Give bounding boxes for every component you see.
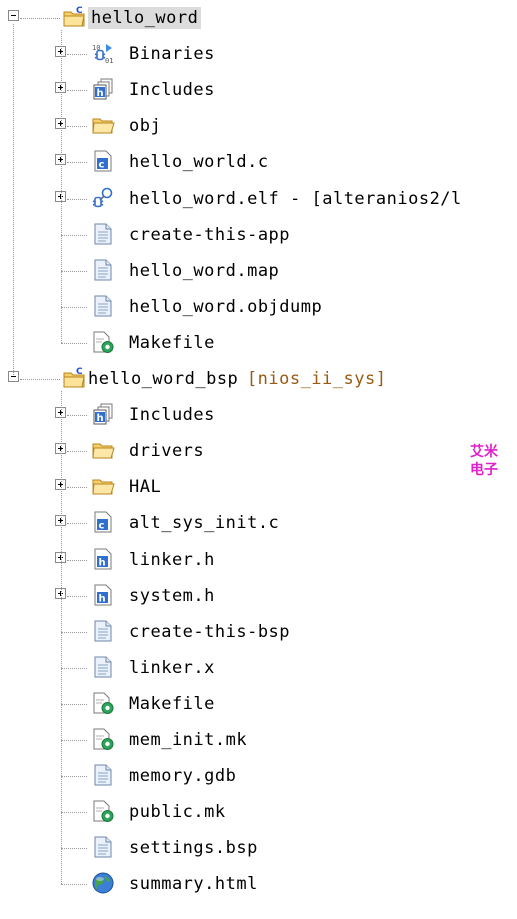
text-file-icon: [91, 619, 115, 643]
html-globe-icon: [91, 871, 115, 895]
includes-icon: h: [91, 402, 115, 426]
svg-text:h: h: [97, 88, 104, 99]
project-configuration-suffix: [nios_ii_sys]: [246, 369, 387, 389]
tree-connector: [67, 451, 87, 453]
elf-binary-icon: [91, 186, 115, 210]
tree-item-label: hello_word.objdump: [129, 296, 323, 317]
tree-connector: [67, 415, 87, 417]
tree-item-label: Includes: [129, 80, 215, 101]
tree-connector: [20, 379, 60, 380]
svg-text:C: C: [76, 6, 83, 16]
tree-item-label: public.mk: [129, 802, 226, 823]
tree-connector: [67, 523, 87, 525]
includes-icon: h: [91, 77, 115, 101]
tree-guide-line: [61, 30, 62, 343]
tree-item-label: linker.x: [129, 657, 215, 678]
tree-connector: [61, 631, 87, 633]
tree-item-label: HAL: [129, 477, 162, 498]
makefile-icon: [91, 691, 115, 715]
tree-item-label: create-this-bsp: [129, 621, 291, 642]
tree-item-label: mem_init.mk: [129, 730, 248, 750]
svg-text:h: h: [97, 413, 104, 424]
text-file-icon: [91, 835, 115, 859]
c-source-file-icon: c: [91, 149, 115, 173]
watermark-line-1: 艾米: [470, 444, 498, 460]
tree-connector: [61, 776, 87, 778]
project-node[interactable]: Chello_word_bsp [nios_ii_sys]: [0, 361, 517, 397]
project-folder-icon: C: [62, 366, 86, 390]
tree-connector: [20, 18, 60, 19]
tree-item-label: drivers: [129, 441, 205, 462]
tree-connector: [61, 848, 87, 850]
tree-connector: [61, 667, 87, 669]
svg-text:01: 01: [105, 57, 113, 65]
tree-item-label: obj: [129, 116, 162, 137]
project-explorer-tree: Chello_word 10 01 Binaries h Includes obj c hell…: [0, 0, 517, 919]
header-file-icon: h: [91, 547, 115, 571]
tree-item-label: hello_word.map: [129, 260, 280, 281]
folder-icon: [91, 113, 115, 137]
tree-item-label: hello_world.c: [129, 152, 269, 173]
tree-connector: [61, 342, 87, 344]
text-file-icon: [91, 763, 115, 787]
tree-item-label: alt_sys_init.c: [129, 513, 280, 534]
tree-connector: [61, 884, 87, 886]
svg-text:C: C: [76, 367, 83, 377]
tree-connector: [67, 487, 87, 489]
tree-item-label: Makefile: [129, 332, 215, 353]
tree-connector: [67, 162, 87, 164]
tree-item-label: hello_word.elf - [alteranios2/l: [129, 188, 462, 209]
makefile-icon: [91, 799, 115, 823]
text-file-icon: [91, 655, 115, 679]
tree-item-label: Makefile: [129, 693, 215, 714]
folder-icon: [91, 438, 115, 462]
tree-item-label: Binaries: [129, 44, 215, 65]
project-node[interactable]: Chello_word: [0, 0, 517, 36]
tree-connector: [67, 54, 87, 56]
svg-text:c: c: [99, 160, 105, 171]
tree-connector: [67, 198, 87, 200]
c-source-file-icon: c: [91, 510, 115, 534]
svg-text:h: h: [99, 593, 106, 604]
binaries-icon: 10 01: [91, 41, 115, 65]
tree-item-label: Includes: [129, 405, 215, 426]
watermark-line-2: 电子: [470, 462, 498, 478]
makefile-icon: [91, 727, 115, 751]
tree-connector: [67, 90, 87, 92]
text-file-icon: [91, 258, 115, 282]
tree-connector: [67, 559, 87, 561]
svg-text:h: h: [99, 557, 106, 568]
text-file-icon: [91, 222, 115, 246]
folder-icon: [91, 474, 115, 498]
tree-connector: [61, 234, 87, 236]
tree-item-label: summary.html: [129, 874, 258, 895]
watermark: 艾米 电子: [470, 443, 498, 479]
text-file-icon: [91, 294, 115, 318]
tree-connector: [61, 812, 87, 814]
project-folder-icon: C: [62, 5, 86, 29]
tree-connector: [61, 306, 87, 308]
header-file-icon: h: [91, 583, 115, 607]
tree-item-label: create-this-app: [129, 224, 291, 245]
collapse-toggle[interactable]: [8, 10, 19, 21]
tree-item-label: memory.gdb: [129, 766, 237, 787]
tree-guide-line: [61, 391, 62, 885]
project-name: hello_word: [88, 7, 202, 29]
tree-connector: [61, 270, 87, 272]
makefile-icon: [91, 330, 115, 354]
tree-connector: [67, 595, 87, 597]
tree-connector: [61, 703, 87, 705]
tree-root-guide-line: [13, 24, 14, 375]
svg-text:c: c: [99, 521, 105, 532]
project-name: hello_word_bsp: [88, 369, 239, 389]
tree-item-label: system.h: [129, 585, 215, 606]
tree-item-label: settings.bsp: [129, 838, 258, 859]
tree-connector: [61, 740, 87, 741]
tree-item-label: linker.h: [129, 549, 215, 570]
tree-connector: [67, 126, 87, 128]
